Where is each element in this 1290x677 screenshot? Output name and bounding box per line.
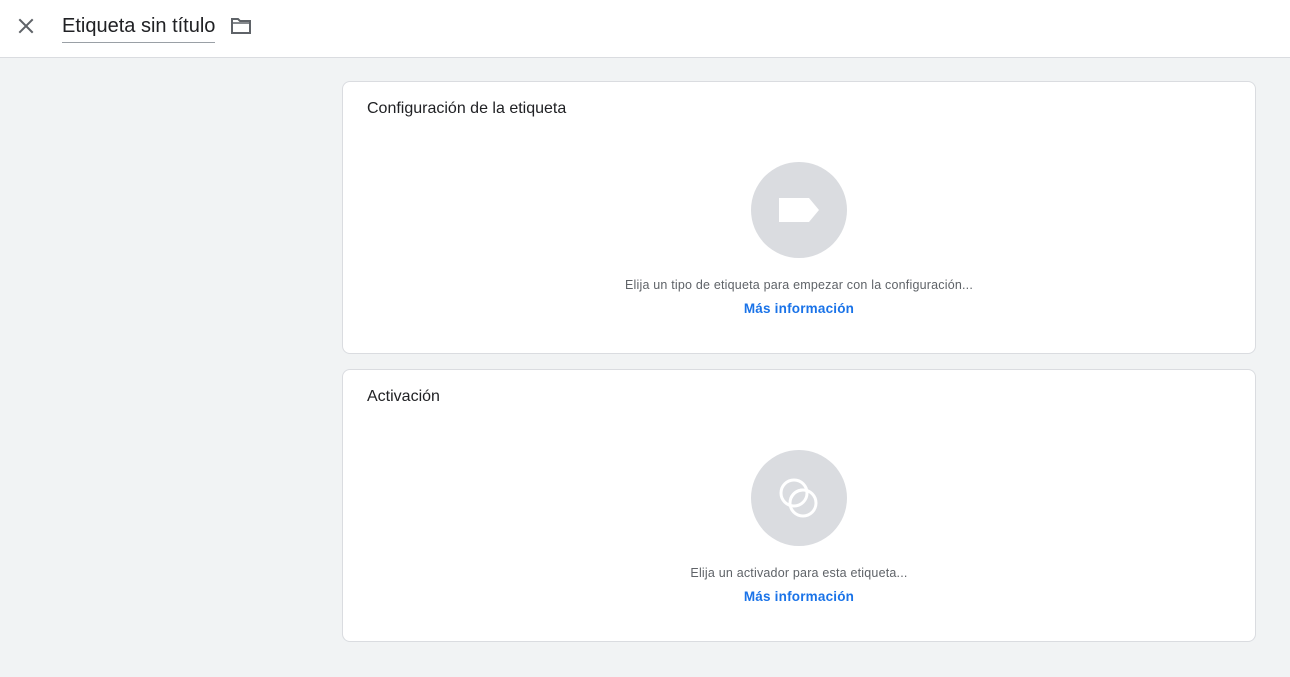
close-button[interactable] (12, 12, 40, 40)
folder-icon (231, 18, 251, 34)
choose-trigger-button[interactable] (751, 450, 847, 546)
tag-configuration-title: Configuración de la etiqueta (367, 100, 567, 117)
trigger-hint: Elija un activador para esta etiqueta... (690, 566, 908, 580)
trigger-icon (779, 478, 818, 518)
top-bar: Etiqueta sin título (0, 0, 1290, 58)
tag-icon (779, 198, 819, 222)
trigger-learn-more-link[interactable]: Más información (343, 589, 1255, 604)
choose-tag-type-button[interactable] (751, 162, 847, 258)
tag-type-hint: Elija un tipo de etiqueta para empezar c… (624, 278, 974, 292)
tag-learn-more-link[interactable]: Más información (343, 301, 1255, 316)
folder-button[interactable] (228, 13, 254, 39)
tag-name-title[interactable]: Etiqueta sin título (62, 13, 216, 43)
tag-configuration-card[interactable]: Configuración de la etiqueta Elija un ti… (342, 81, 1256, 354)
triggering-card[interactable]: Activación Elija un activador para esta … (342, 369, 1256, 642)
triggering-title: Activación (367, 388, 440, 405)
close-icon (18, 18, 34, 34)
